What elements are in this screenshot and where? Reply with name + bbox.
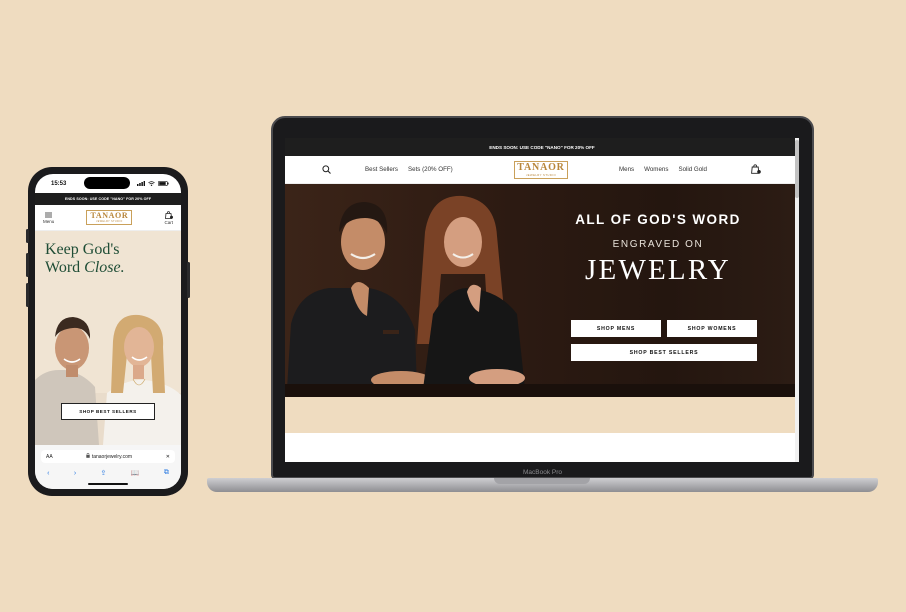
wifi-icon	[148, 181, 155, 186]
shopping-bag-icon	[164, 210, 173, 219]
safari-bottom-bar: AA tanaorjewelry.com ✕ ‹ › ⇪ 📖 ⧉	[35, 445, 181, 489]
nav-mens[interactable]: Mens	[619, 166, 634, 173]
url-text: tanaorjewelry.com	[86, 452, 133, 460]
phone-volume-down	[26, 283, 29, 307]
mobile-header: Menu TANAOR JEWELRY STUDIO Cart	[35, 205, 181, 231]
cart-label: Cart	[164, 219, 173, 225]
menu-label: Menu	[43, 218, 55, 224]
shop-womens-button[interactable]: SHOP WOMENS	[667, 320, 757, 337]
bookmarks-icon[interactable]: 📖	[131, 469, 140, 477]
phone-status-bar: 15:53	[35, 174, 181, 193]
headline-line-1: Keep God's	[45, 241, 120, 258]
mobile-hero-banner: Keep God's Word Close. SHOP BEST SELLERS	[35, 231, 181, 445]
reader-mode-button[interactable]: AA	[46, 454, 53, 460]
nav-best-sellers[interactable]: Best Sellers	[365, 166, 398, 173]
site-logo[interactable]: TANAOR JEWELRY STUDIO	[514, 161, 568, 179]
scrollbar-thumb[interactable]	[795, 140, 799, 198]
logo-wordmark: TANAOR	[517, 162, 565, 173]
back-icon[interactable]: ‹	[47, 470, 49, 477]
nav-sets[interactable]: Sets (20% OFF)	[408, 166, 453, 173]
home-indicator	[88, 483, 128, 485]
promo-banner[interactable]: ENDS SOON: USE CODE "NANO" FOR 20% OFF	[285, 138, 799, 156]
scrollbar[interactable]	[795, 138, 799, 462]
address-bar[interactable]: AA tanaorjewelry.com ✕	[41, 450, 175, 463]
phone-silent-switch	[26, 229, 29, 243]
hero-subtitle: ENGRAVED ON	[612, 239, 704, 250]
shopping-bag-icon[interactable]	[751, 164, 761, 174]
status-icons	[137, 181, 169, 186]
nav-right: Mens Womens Solid Gold	[619, 166, 707, 173]
headline-word: Word	[45, 259, 85, 276]
status-time: 15:53	[51, 180, 67, 187]
desktop-header: Best Sellers Sets (20% OFF) TANAOR JEWEL…	[285, 156, 799, 184]
site-logo[interactable]: TANAOR JEWELRY STUDIO	[86, 210, 133, 225]
logo-tagline: JEWELRY STUDIO	[96, 220, 123, 223]
device-label: MacBook Pro	[522, 469, 563, 476]
logo-tagline: JEWELRY STUDIO	[525, 173, 557, 177]
hero-jewelry-text: JEWELRY	[585, 254, 731, 286]
close-url-button[interactable]: ✕	[166, 454, 170, 460]
cart-button[interactable]: Cart	[164, 210, 173, 225]
desktop-hero-banner: ALL OF GOD'S WORD ENGRAVED ON JEWELRY SH…	[285, 184, 795, 397]
hamburger-icon	[45, 212, 53, 217]
search-icon[interactable]	[322, 165, 331, 174]
phone-power-button	[187, 262, 190, 298]
promo-banner[interactable]: ENDS SOON: USE CODE "NANO" FOR 20% OFF	[35, 193, 181, 205]
dynamic-island	[84, 177, 130, 189]
hero-couple-photo	[287, 195, 525, 389]
nav-left: Best Sellers Sets (20% OFF)	[365, 166, 453, 173]
browser-toolbar: ‹ › ⇪ 📖 ⧉	[35, 466, 181, 480]
phone-volume-up	[26, 253, 29, 277]
hero-headline: Keep God's Word Close.	[45, 241, 125, 277]
signal-icon	[137, 181, 145, 186]
phone-screen: 15:53 ENDS SOON: USE CODE "NANO" FOR 20%…	[35, 174, 181, 489]
menu-button[interactable]: Menu	[43, 212, 54, 224]
url-domain: tanaorjewelry.com	[91, 454, 133, 460]
laptop-trackpad-notch	[494, 478, 590, 484]
shop-best-sellers-button[interactable]: SHOP BEST SELLERS	[61, 403, 155, 420]
share-icon[interactable]: ⇪	[101, 469, 107, 477]
forward-icon[interactable]: ›	[74, 470, 76, 477]
laptop-mockup: ENDS SOON: USE CODE "NANO" FOR 20% OFF B…	[271, 116, 814, 479]
phone-mockup: 15:53 ENDS SOON: USE CODE "NANO" FOR 20%…	[26, 167, 190, 496]
battery-icon	[158, 181, 169, 186]
lock-icon	[86, 452, 91, 458]
shop-mens-button[interactable]: SHOP MENS	[571, 320, 661, 337]
shop-best-sellers-button[interactable]: SHOP BEST SELLERS	[571, 344, 757, 361]
headline-italic-word: Close.	[84, 259, 125, 276]
tabs-icon[interactable]: ⧉	[164, 469, 169, 477]
hero-table-surface	[285, 384, 795, 397]
logo-wordmark: TANAOR	[90, 211, 129, 220]
hero-title: ALL OF GOD'S WORD	[575, 212, 741, 227]
nav-solid-gold[interactable]: Solid Gold	[678, 166, 707, 173]
nav-womens[interactable]: Womens	[644, 166, 668, 173]
laptop-screen: ENDS SOON: USE CODE "NANO" FOR 20% OFF B…	[285, 138, 799, 462]
content-section-below-hero	[285, 397, 795, 433]
